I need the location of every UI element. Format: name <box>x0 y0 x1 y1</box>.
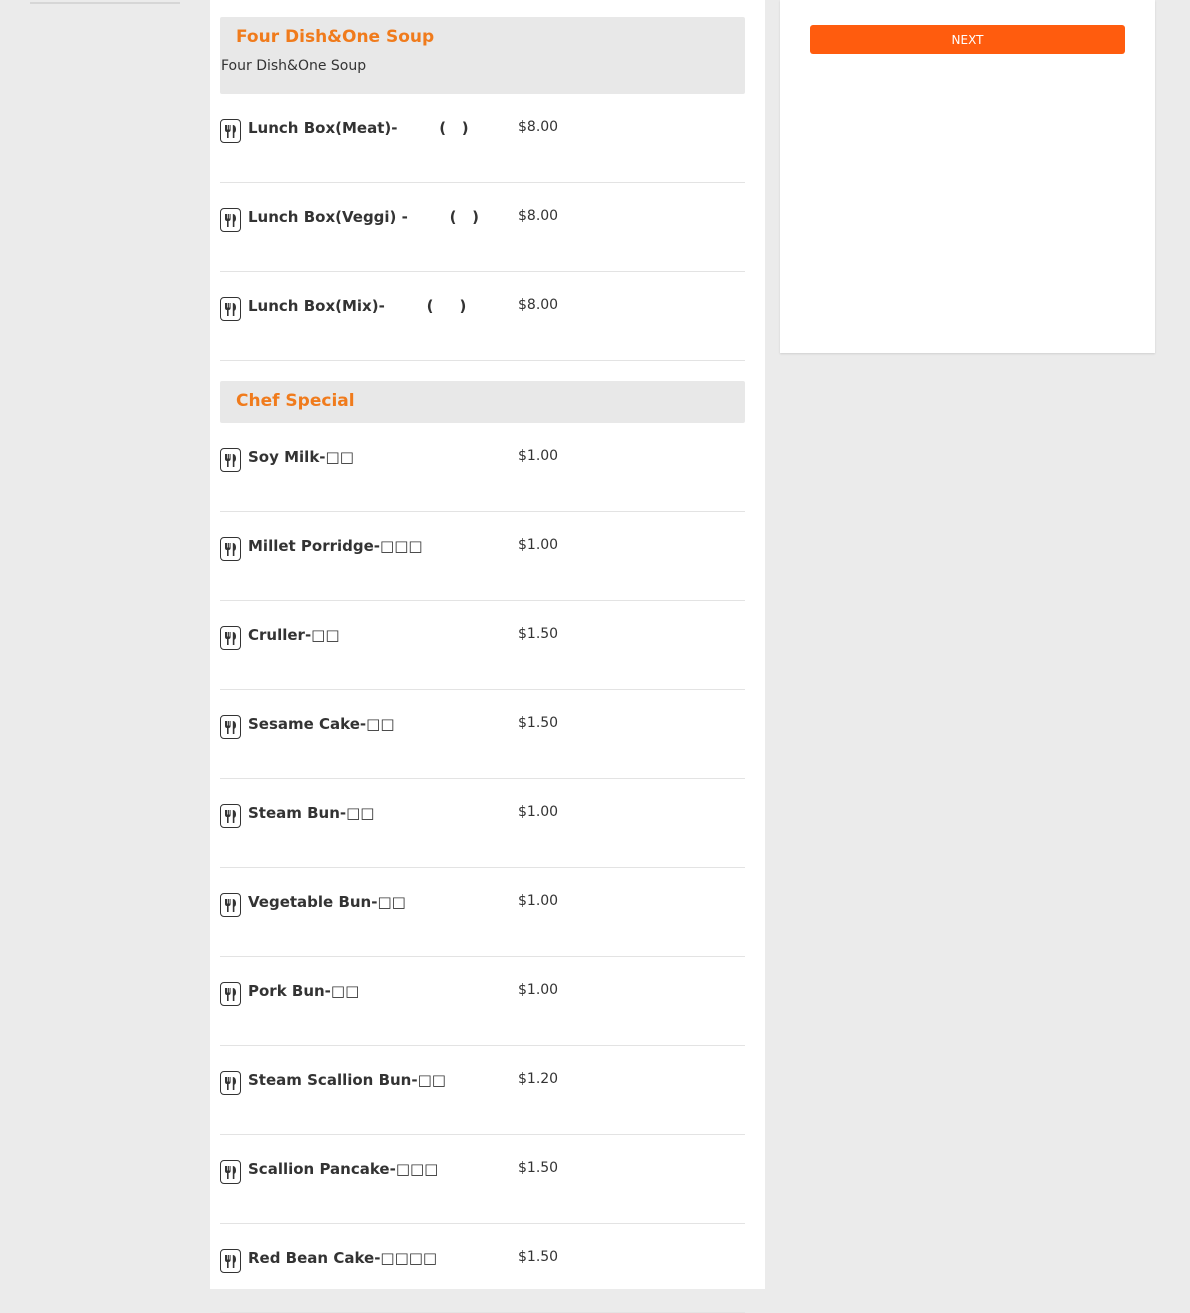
item-name: Lunch Box(Mix)- ( ) <box>248 297 467 315</box>
order-panel: NEXT <box>780 0 1155 353</box>
menu-item[interactable]: Lunch Box(Mix)- ( ) $8.00 <box>220 272 745 361</box>
item-name: Steam Bun-□□ <box>248 804 375 822</box>
item-price: $1.50 <box>518 1160 559 1176</box>
menu-item[interactable]: Steam Bun-□□ $1.00 <box>220 779 745 868</box>
menu-item[interactable]: Scallion Pancake-□□□ $1.50 <box>220 1135 745 1224</box>
item-price: $8.00 <box>518 297 559 313</box>
utensils-icon <box>220 119 241 143</box>
item-name: Pork Bun-□□ <box>248 982 360 1000</box>
category-header-chef-special: Chef Special <box>220 381 745 423</box>
menu-item[interactable]: Lunch Box(Meat)- ( ) $8.00 <box>220 94 745 183</box>
item-name: Cruller-□□ <box>248 626 340 644</box>
item-name: Red Bean Cake-□□□□ <box>248 1249 438 1267</box>
item-name: Vegetable Bun-□□ <box>248 893 406 911</box>
item-price: $1.00 <box>518 893 559 909</box>
item-price: $8.00 <box>518 119 559 135</box>
utensils-icon <box>220 1071 241 1095</box>
item-price: $1.00 <box>518 448 559 464</box>
menu-item[interactable]: Soy Milk-□□ $1.00 <box>220 423 745 512</box>
category-header-four-dish: Four Dish&One Soup Four Dish&One Soup <box>220 17 745 94</box>
utensils-icon <box>220 448 241 472</box>
menu-item[interactable]: Pork Bun-□□ $1.00 <box>220 957 745 1046</box>
item-name: Sesame Cake-□□ <box>248 715 395 733</box>
menu-list: Four Dish&One Soup Four Dish&One Soup Lu… <box>210 0 765 1313</box>
item-price: $1.50 <box>518 1249 559 1265</box>
sidebar-divider <box>30 2 180 4</box>
utensils-icon <box>220 537 241 561</box>
item-price: $1.00 <box>518 982 559 998</box>
category-title: Four Dish&One Soup <box>236 27 435 47</box>
utensils-icon <box>220 982 241 1006</box>
item-name: Steam Scallion Bun-□□ <box>248 1071 446 1089</box>
category-title: Chef Special <box>236 391 355 411</box>
item-price: $1.00 <box>518 804 559 820</box>
utensils-icon <box>220 297 241 321</box>
utensils-icon <box>220 893 241 917</box>
menu-item[interactable]: Sesame Cake-□□ $1.50 <box>220 690 745 779</box>
item-price: $1.00 <box>518 537 559 553</box>
utensils-icon <box>220 208 241 232</box>
item-name: Soy Milk-□□ <box>248 448 354 466</box>
utensils-icon <box>220 715 241 739</box>
menu-item[interactable]: Steam Scallion Bun-□□ $1.20 <box>220 1046 745 1135</box>
item-price: $8.00 <box>518 208 559 224</box>
item-name: Millet Porridge-□□□ <box>248 537 423 555</box>
menu-item[interactable]: Lunch Box(Veggi) - ( ) $8.00 <box>220 183 745 272</box>
utensils-icon <box>220 626 241 650</box>
utensils-icon <box>220 1160 241 1184</box>
item-name: Lunch Box(Meat)- ( ) <box>248 119 469 137</box>
menu-item[interactable]: Millet Porridge-□□□ $1.00 <box>220 512 745 601</box>
menu-item[interactable]: Cruller-□□ $1.50 <box>220 601 745 690</box>
item-price: $1.50 <box>518 715 559 731</box>
utensils-icon <box>220 1249 241 1273</box>
item-price: $1.20 <box>518 1071 559 1087</box>
item-name: Scallion Pancake-□□□ <box>248 1160 439 1178</box>
next-button[interactable]: NEXT <box>810 25 1125 54</box>
menu-item[interactable]: Red Bean Cake-□□□□ $1.50 <box>220 1224 745 1313</box>
menu-item[interactable]: Vegetable Bun-□□ $1.00 <box>220 868 745 957</box>
utensils-icon <box>220 804 241 828</box>
item-price: $1.50 <box>518 626 559 642</box>
item-name: Lunch Box(Veggi) - ( ) <box>248 208 480 226</box>
category-description: Four Dish&One Soup <box>221 58 367 74</box>
